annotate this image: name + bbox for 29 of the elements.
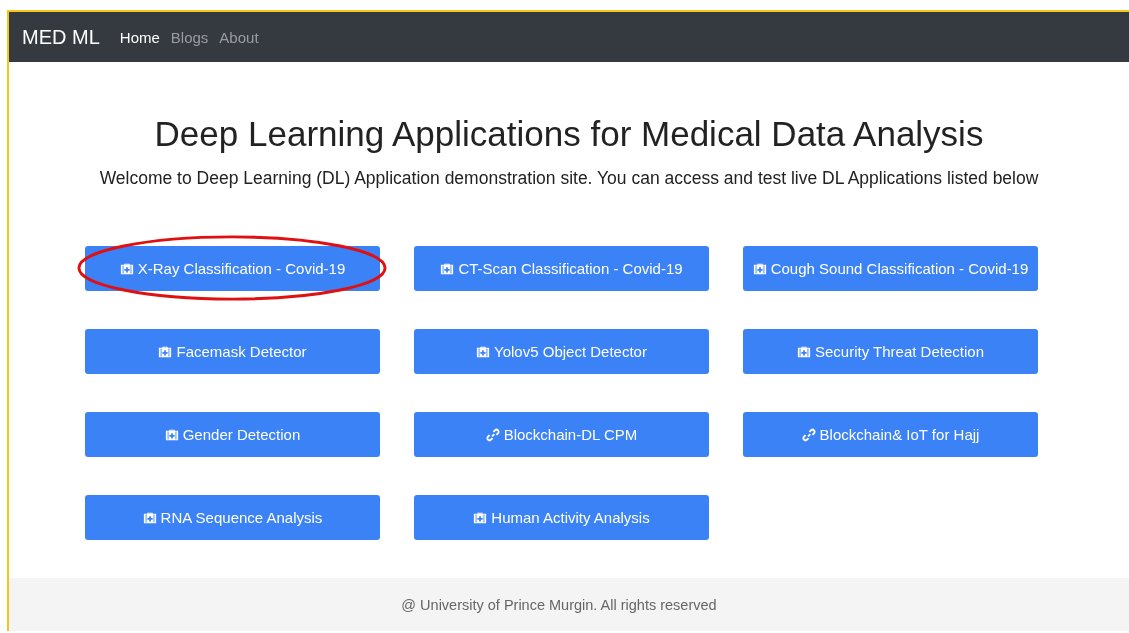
app-button[interactable]: Gender Detection (85, 412, 380, 457)
medkit-icon (797, 344, 811, 359)
app-button[interactable]: X-Ray Classification - Covid-19 (85, 246, 380, 291)
page-heading: Deep Learning Applications for Medical Data Analysis (154, 114, 984, 154)
link-icon (485, 427, 500, 442)
medkit-icon (164, 427, 179, 442)
medkit-icon (440, 261, 455, 276)
medkit-icon (119, 261, 134, 276)
app-button[interactable]: Facemask Detector (85, 329, 380, 374)
app-button[interactable]: Human Activity Analysis (414, 495, 709, 540)
nav-link[interactable]: Home (119, 28, 160, 46)
app-button[interactable]: Security Threat Detection (743, 329, 1038, 374)
app-button[interactable]: CT-Scan Classification - Covid-19 (414, 246, 709, 291)
nav-link[interactable]: Blogs (170, 28, 209, 46)
medkit-icon (473, 510, 488, 525)
medkit-icon (158, 344, 173, 359)
medkit-icon (142, 510, 157, 525)
medkit-icon (476, 344, 491, 359)
app-button[interactable]: RNA Sequence Analysis (85, 495, 380, 540)
app-button[interactable]: Blockchain& IoT for Hajj (743, 412, 1038, 457)
intro-text: Welcome to Deep Learning (DL) Application demonstration site. You can access and test live DL Applications listed below (99, 168, 1039, 189)
app-button[interactable]: Cough Sound Classification - Covid-19 (743, 246, 1038, 291)
app-button[interactable]: Yolov5 Object Detector (414, 329, 709, 374)
copyright-text: @ University of Prince Murgin. All rights reserved (401, 596, 717, 613)
nav-link[interactable]: About (219, 28, 259, 46)
brand-link[interactable]: MED ML (22, 25, 100, 49)
link-icon (801, 427, 816, 442)
medkit-icon (752, 261, 767, 276)
app-button[interactable]: Blockchain-DL CPM (414, 412, 709, 457)
